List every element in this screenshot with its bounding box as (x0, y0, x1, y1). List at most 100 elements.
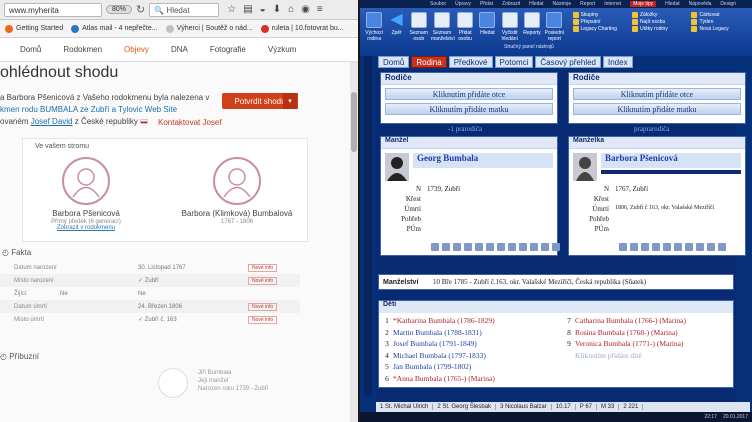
quick-tool[interactable]: Záložky (632, 12, 688, 18)
tool-icon[interactable] (552, 243, 560, 251)
tab-descendants[interactable]: Potomci (494, 56, 534, 68)
date[interactable]: 20.01.2017 (723, 414, 748, 420)
menu-item[interactable]: Design (720, 1, 736, 7)
quick-tool[interactable]: Legacy Charting (573, 26, 629, 32)
menu-item[interactable]: Soubor (430, 1, 446, 7)
menu-item[interactable]: Internet (604, 1, 621, 7)
tool-icon[interactable] (541, 243, 549, 251)
add-child-button[interactable]: Kliknutím přidáte dítě (563, 350, 741, 362)
nav-tab-home[interactable]: Domů (20, 45, 41, 54)
last-report-button[interactable]: Poslední report (544, 12, 564, 42)
quick-tool[interactable]: Čárkovat (691, 12, 747, 18)
wife-name[interactable]: Barbora Pšenicová (601, 153, 741, 168)
status-cell[interactable]: 3 Nicolaus Balzar (496, 404, 552, 410)
tool-icon[interactable] (718, 243, 726, 251)
search-button[interactable]: Hledat (477, 12, 497, 36)
add-mother-button[interactable]: Kliknutím přidáte matku (385, 103, 553, 115)
tool-icon[interactable] (475, 243, 483, 251)
tab-ancestors[interactable]: Předkové (448, 56, 493, 68)
quick-tool[interactable]: Týden (691, 19, 747, 25)
side-scrollbar[interactable] (364, 56, 372, 396)
tool-icon[interactable] (663, 243, 671, 251)
child-row[interactable]: 9 Veronica Bumbala (1771-) (Marina) (563, 338, 741, 350)
add-mother-button[interactable]: Kliknutím přidáte matku (573, 103, 741, 115)
tool-icon[interactable] (619, 243, 627, 251)
menu-item[interactable]: Hledat (529, 1, 543, 7)
extension-icon[interactable]: ◉ (301, 4, 310, 15)
page-scrollbar[interactable] (350, 62, 358, 422)
search-input[interactable]: 🔍 Hledat (149, 2, 220, 17)
reports-button[interactable]: Reporty (522, 12, 542, 36)
husband-box[interactable]: Manžel Georg Bumbala N 1739, Zubří Křest … (380, 136, 560, 256)
pocket-icon[interactable]: ◒ (260, 4, 266, 15)
tool-icon[interactable] (530, 243, 538, 251)
hamburger-menu-icon[interactable]: ≡ (317, 4, 323, 15)
tool-icon[interactable] (508, 243, 516, 251)
add-father-button[interactable]: Kliknutím přidáte otce (573, 88, 741, 100)
star-icon[interactable]: ☆ (227, 4, 236, 15)
quick-tool[interactable]: Najít osobu (632, 19, 688, 25)
nav-tab-discoveries[interactable]: Objevy (124, 45, 149, 54)
marriage-list-button[interactable]: Seznam manželství (431, 12, 455, 42)
tool-icon[interactable] (685, 243, 693, 251)
tool-icon[interactable] (707, 243, 715, 251)
site-link[interactable]: kmen rodu BUMBALA ze Zubří a Tylovic Web… (0, 104, 220, 116)
contact-link[interactable]: Kontaktovat Josef (158, 118, 222, 127)
child-row[interactable]: 7 Catharina Bumbala (1766-) (Marina) (563, 315, 741, 327)
nav-tab-photos[interactable]: Fotografie (210, 45, 246, 54)
menu-item[interactable]: Hledat (665, 1, 679, 7)
add-person-button[interactable]: Přidat osobu (455, 12, 475, 42)
husband-name[interactable]: Georg Bumbala (413, 153, 553, 168)
child-row[interactable]: 1 *Katharina Bumbala (1786-1829) (381, 315, 559, 327)
tab-family[interactable]: Rodina (411, 56, 447, 68)
back-button[interactable]: ◀ Zpět (386, 12, 406, 37)
confirm-dropdown-button[interactable]: ▾ (283, 93, 297, 109)
relative-name[interactable]: Jiří Bumbala (198, 369, 268, 377)
nav-tab-dna[interactable]: DNA (171, 45, 188, 54)
bookmark-item[interactable]: Getting Started (5, 24, 63, 33)
add-father-button[interactable]: Kliknutím přidáte otce (385, 88, 553, 100)
child-row[interactable]: 2 Martin Bumbala (1788-1831) (381, 327, 559, 339)
marriage-row[interactable]: Manželství 10 Bře 1785 - Zubří č.163, ok… (378, 274, 734, 290)
tool-icon[interactable] (431, 243, 439, 251)
download-icon[interactable]: ⬇ (273, 4, 281, 15)
child-row[interactable]: 6 *Anna Bumbala (1765-) (Marina) (381, 373, 559, 385)
bookmark-item[interactable]: Atlas mail - 4 nepřečte... (71, 24, 158, 33)
bookmark-item[interactable]: ruleta | 10.fotovrat bu... (260, 24, 344, 33)
clear-search-button[interactable]: Vyčistit hledání (500, 12, 520, 42)
menu-item[interactable]: Report (580, 1, 595, 7)
status-cell[interactable]: 2 St. Georg Šlesbak (433, 404, 497, 410)
child-row[interactable]: 4 Michael Bumbala (1797-1833) (381, 350, 559, 362)
quick-tool[interactable]: Útěky rodiny (632, 26, 688, 32)
child-row[interactable]: 5 Jan Bumbala (1799-1802) (381, 361, 559, 373)
child-row[interactable]: 8 Rosina Bumbala (1768-) (Marina) (563, 327, 741, 339)
menu-item[interactable]: Nápověda (689, 1, 712, 7)
tab-index[interactable]: Index (603, 56, 633, 68)
bookmark-item[interactable]: Výherci | Soutěž o nád... (165, 24, 253, 33)
url-field[interactable]: www.myherita (4, 2, 102, 17)
quick-tool[interactable]: Skupiny (573, 12, 629, 18)
tab-chronology[interactable]: Časový přehled (535, 56, 601, 68)
zoom-indicator[interactable]: 80% (106, 5, 133, 14)
tool-icon[interactable] (464, 243, 472, 251)
tool-icon[interactable] (497, 243, 505, 251)
menu-item[interactable]: Úpravy (455, 1, 471, 7)
child-row[interactable]: 3 Josef Bumbala (1791-1849) (381, 338, 559, 350)
tool-icon[interactable] (442, 243, 450, 251)
avatar[interactable] (213, 157, 261, 205)
view-in-tree-link[interactable]: Zobrazit v rodokmenu (31, 225, 141, 231)
menu-item[interactable]: Nástroje (553, 1, 572, 7)
clock[interactable]: 22:17 (704, 414, 717, 420)
tool-icon[interactable] (486, 243, 494, 251)
default-family-button[interactable]: Výchozí rodina (364, 12, 384, 42)
tool-icon[interactable] (674, 243, 682, 251)
status-cell[interactable]: 1 St. Michal Ulrich (376, 404, 434, 410)
menu-item[interactable]: Přidat (480, 1, 493, 7)
person-list-button[interactable]: Seznam osob (409, 12, 429, 42)
tab-home[interactable]: Domů (378, 56, 410, 68)
scrollbar-thumb[interactable] (351, 92, 357, 152)
home-icon[interactable]: ⌂ (288, 4, 294, 15)
tool-icon[interactable] (641, 243, 649, 251)
menu-item[interactable]: Moje tipy (630, 1, 657, 7)
relative-avatar[interactable] (158, 368, 188, 398)
